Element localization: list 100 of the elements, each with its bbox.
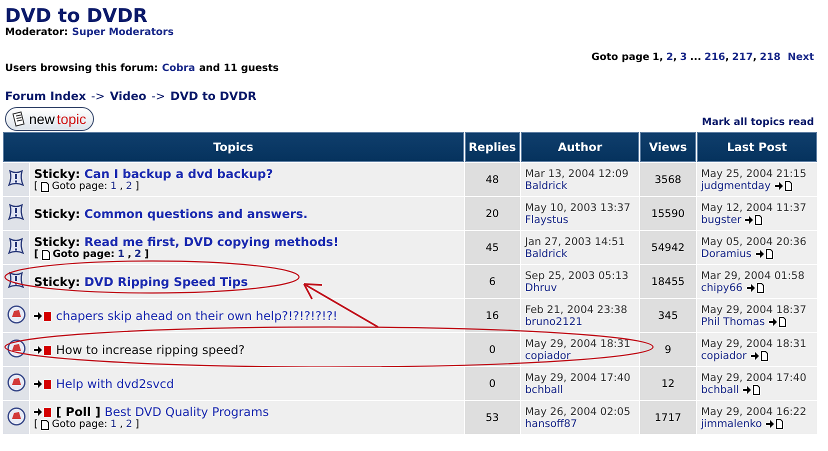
breadcrumb-link[interactable]: Video <box>110 89 146 103</box>
replies-cell: 20 <box>464 197 520 230</box>
separator: ... <box>690 52 702 63</box>
guests-text: and 11 guests <box>199 63 279 74</box>
page-link[interactable]: 2 <box>126 419 132 430</box>
author-link[interactable]: bchball <box>525 384 564 396</box>
last-poster-link[interactable]: chipy66 <box>701 282 743 294</box>
replies-cell: 6 <box>464 265 520 298</box>
bracket: [ <box>34 181 38 192</box>
new-topic-button[interactable]: newtopic <box>5 107 94 131</box>
post-date: May 10, 2003 13:37 <box>525 202 632 214</box>
page-link[interactable]: 216 <box>704 52 726 63</box>
last-poster-link[interactable]: judgmentday <box>701 180 771 192</box>
post-date: Sep 25, 2003 05:13 <box>525 270 630 282</box>
bracket: [ <box>34 249 39 260</box>
last-post-icon[interactable] <box>774 180 793 191</box>
author-link[interactable]: bruno2121 <box>525 316 582 328</box>
next-link[interactable]: Next <box>788 52 814 63</box>
page-link[interactable]: 2 <box>666 52 674 63</box>
author-link[interactable]: copiador <box>525 350 571 362</box>
page-link[interactable]: 2 <box>134 249 142 260</box>
last-post-icon[interactable] <box>766 418 784 429</box>
replies-cell: 0 <box>464 333 520 366</box>
last-poster-link[interactable]: Phil Thomas <box>701 316 765 328</box>
separator: , <box>120 419 123 430</box>
views-cell: 1717 <box>640 401 696 434</box>
bracket: ] <box>144 249 149 260</box>
last-post-date: May 12, 2004 11:37 <box>701 202 808 214</box>
last-post-icon[interactable] <box>743 384 762 395</box>
newest-post-icon[interactable] <box>34 407 52 417</box>
topic-link[interactable]: Common questions and answers. <box>84 206 308 220</box>
topic-link[interactable]: Help with dvd2svcd <box>56 376 174 390</box>
breadcrumb-link[interactable]: Forum Index <box>5 89 86 103</box>
views-cell: 18455 <box>640 265 696 298</box>
document-icon <box>11 110 27 128</box>
mark-read-link[interactable]: Mark all topics read <box>702 117 814 128</box>
author-link[interactable]: hansoff87 <box>525 418 578 430</box>
replies-cell: 0 <box>464 367 520 400</box>
topic-link[interactable]: DVD Ripping Speed Tips <box>84 274 248 288</box>
page-link[interactable]: 1 <box>110 419 117 430</box>
post-date: Mar 13, 2004 12:09 <box>525 168 630 180</box>
last-post-date: May 05, 2004 20:36 <box>701 236 808 248</box>
topic-link[interactable]: Read me first, DVD copying methods! <box>84 235 339 249</box>
pagination-label: Goto page <box>591 52 650 63</box>
topic-link[interactable]: Can I backup a dvd backup? <box>84 167 273 181</box>
post-date: May 29, 2004 18:31 <box>525 338 632 350</box>
goto-label: Goto page: <box>52 181 108 192</box>
moderator-label: Moderator: <box>5 27 68 38</box>
topic-link[interactable]: How to increase ripping speed? <box>56 342 245 356</box>
breadcrumb-separator: -> <box>151 89 166 103</box>
topic-prefix: Sticky: <box>34 167 80 181</box>
last-post-date: May 29, 2004 16:22 <box>701 406 808 418</box>
user-link[interactable]: Cobra <box>162 63 196 74</box>
bracket: ] <box>135 181 140 192</box>
page-link[interactable]: 1 <box>110 181 117 192</box>
breadcrumb-separator: -> <box>91 89 105 103</box>
topic-link[interactable]: Best DVD Quality Programs <box>104 405 269 419</box>
last-post-icon[interactable] <box>756 248 774 259</box>
separator: , <box>725 52 730 63</box>
goto-label: Goto page: <box>52 419 108 430</box>
last-poster-link[interactable]: bugster <box>701 214 742 226</box>
newest-post-icon[interactable] <box>34 310 52 320</box>
last-post-icon[interactable] <box>750 350 769 361</box>
views-cell: 9 <box>640 333 696 366</box>
page-link[interactable]: 1 <box>118 249 125 260</box>
last-post-date: May 29, 2004 18:37 <box>701 304 808 316</box>
breadcrumb-link[interactable]: DVD to DVDR <box>170 89 256 103</box>
author-link[interactable]: Baldrick <box>525 248 568 260</box>
topic-prefix: Sticky: <box>34 235 80 249</box>
sticky-topic-icon <box>7 203 25 221</box>
last-post-icon[interactable] <box>746 282 765 293</box>
post-date: Jan 27, 2003 14:51 <box>525 236 626 248</box>
forum-title[interactable]: DVD to DVDR <box>5 5 148 27</box>
author-link[interactable]: Flaystus <box>525 214 568 226</box>
last-poster-link[interactable]: Doramius <box>701 248 752 260</box>
last-post-icon[interactable] <box>745 214 764 225</box>
last-post-date: May 29, 2004 17:40 <box>701 372 808 384</box>
last-post-icon[interactable] <box>768 316 787 327</box>
page-icon <box>40 182 49 192</box>
separator: , <box>659 52 664 63</box>
separator: , <box>752 52 757 63</box>
newest-post-icon[interactable] <box>34 344 52 354</box>
moderator-link[interactable]: Super Moderators <box>72 27 174 38</box>
replies-cell: 53 <box>464 401 520 434</box>
newest-post-icon[interactable] <box>34 378 52 388</box>
last-poster-link[interactable]: bchball <box>701 384 740 396</box>
goto-label: Goto page: <box>52 249 115 260</box>
author-link[interactable]: Baldrick <box>525 180 568 192</box>
author-link[interactable]: Dhruv <box>525 282 557 294</box>
page-link[interactable]: 217 <box>732 52 753 63</box>
page-link[interactable]: 3 <box>680 52 687 63</box>
page-link[interactable]: 2 <box>126 181 132 192</box>
separator: , <box>120 181 123 192</box>
page-link[interactable]: 218 <box>760 52 781 63</box>
column-header: Author <box>521 132 639 162</box>
last-poster-link[interactable]: copiador <box>701 350 747 362</box>
topic-prefix: Sticky: <box>34 274 80 288</box>
views-cell: 345 <box>640 299 696 332</box>
last-poster-link[interactable]: jimmalenko <box>701 418 762 430</box>
page-link[interactable]: 1 <box>652 52 660 63</box>
